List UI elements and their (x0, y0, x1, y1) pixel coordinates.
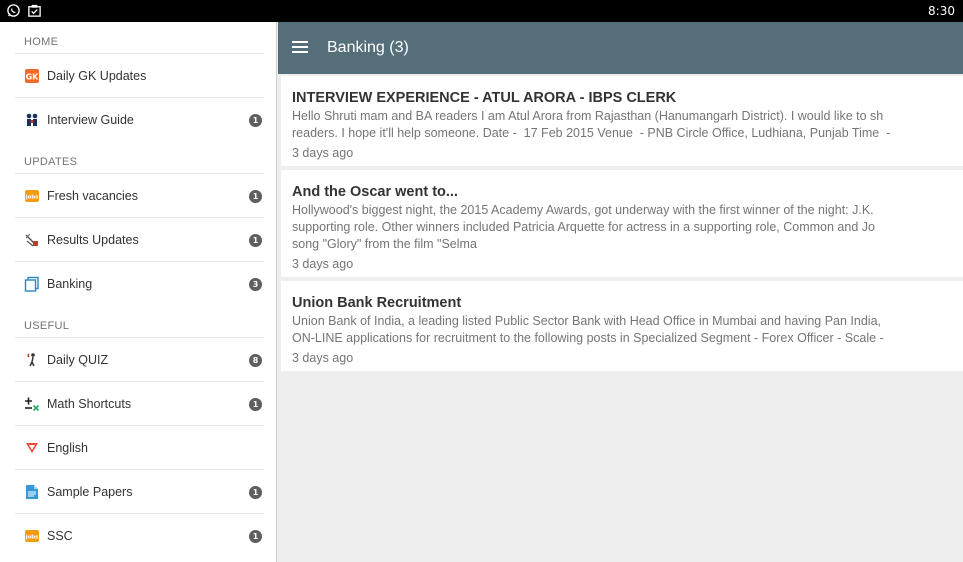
post-title: INTERVIEW EXPERIENCE - ATUL ARORA - IBPS… (292, 90, 677, 106)
drawer-item-label: Banking (47, 277, 93, 291)
drawer-item-english[interactable]: English (0, 426, 276, 470)
drawer-item-interview-guide[interactable]: Interview Guide 1 (0, 98, 276, 142)
whatsapp-icon (7, 4, 20, 17)
quiz-icon (24, 352, 40, 368)
post-time: 3 days ago (292, 146, 354, 160)
post-excerpt-line: readers. I hope it'll help someone. Date… (292, 126, 891, 140)
drawer-item-label: Math Shortcuts (47, 397, 132, 411)
drawer-item-results-updates[interactable]: Results Updates 1 (0, 218, 276, 262)
hamburger-menu-icon[interactable] (292, 41, 308, 53)
app-toolbar: Banking (3) (278, 22, 963, 74)
results-icon (24, 232, 40, 248)
svg-text:jobs: jobs (25, 535, 40, 541)
drawer-item-banking[interactable]: Banking 3 (0, 262, 276, 306)
math-icon (24, 396, 40, 412)
drawer-item-label: English (47, 441, 88, 455)
document-icon (24, 484, 40, 500)
count-badge: 1 (249, 190, 262, 203)
post-excerpt-line: song "Glory" from the film "Selma (292, 237, 477, 251)
post-card[interactable]: And the Oscar went to... Hollywood's big… (281, 170, 963, 277)
drawer-item-label: Results Updates (47, 233, 139, 247)
post-time: 3 days ago (292, 257, 354, 271)
post-excerpt-line: Hollywood's biggest night, the 2015 Acad… (292, 203, 874, 217)
post-card[interactable]: Union Bank Recruitment Union Bank of Ind… (281, 281, 963, 371)
count-badge: 1 (249, 234, 262, 247)
interview-icon (24, 112, 40, 128)
count-badge: 8 (249, 354, 262, 367)
gk-icon: GK (24, 68, 40, 84)
english-icon (24, 440, 40, 456)
post-excerpt-line: Union Bank of India, a leading listed Pu… (292, 314, 882, 328)
drawer-item-label: SSC (47, 529, 73, 543)
post-excerpt-line: Hello Shruti mam and BA readers I am Atu… (292, 109, 884, 123)
drawer-item-fresh-vacancies[interactable]: jobs Fresh vacancies 1 (0, 174, 276, 218)
count-badge: 1 (249, 398, 262, 411)
banking-icon (24, 276, 40, 292)
clipboard-icon (28, 4, 41, 17)
drawer-item-label: Fresh vacancies (47, 189, 139, 203)
status-bar: 8:30 (0, 0, 963, 22)
drawer-item-daily-quiz[interactable]: Daily QUIZ 8 (0, 338, 276, 382)
post-excerpt-line: supporting role. Other winners included … (292, 220, 875, 234)
jobs-icon: jobs (24, 528, 40, 544)
jobs-icon: jobs (24, 188, 40, 204)
post-excerpt-line: ON-LINE applications for recruitment to … (292, 331, 884, 345)
clock: 8:30 (928, 4, 955, 18)
svg-text:GK: GK (26, 73, 40, 82)
drawer-item-label: Daily QUIZ (47, 353, 109, 367)
drawer-item-math-shortcuts[interactable]: Math Shortcuts 1 (0, 382, 276, 426)
post-list: INTERVIEW EXPERIENCE - ATUL ARORA - IBPS… (278, 74, 963, 562)
count-badge: 3 (249, 278, 262, 291)
post-title: Union Bank Recruitment (292, 295, 462, 311)
post-time: 3 days ago (292, 351, 354, 365)
post-title: And the Oscar went to... (292, 184, 458, 200)
drawer-item-ssc[interactable]: jobs SSC 1 (0, 514, 276, 558)
svg-text:jobs: jobs (25, 195, 40, 201)
drawer-item-label: Interview Guide (47, 113, 134, 127)
drawer-item-daily-gk-updates[interactable]: GK Daily GK Updates (0, 54, 276, 98)
count-badge: 1 (249, 530, 262, 543)
navigation-drawer: HOME GK Daily GK Updates Interview Guide… (0, 22, 277, 562)
count-badge: 1 (249, 486, 262, 499)
section-header-updates: UPDATES (0, 142, 276, 174)
drawer-item-label: Daily GK Updates (47, 69, 147, 83)
drawer-item-sample-papers[interactable]: Sample Papers 1 (0, 470, 276, 514)
section-header-home: HOME (0, 22, 276, 54)
drawer-item-label: Sample Papers (47, 485, 133, 499)
page-title: Banking (3) (327, 39, 409, 56)
count-badge: 1 (249, 114, 262, 127)
post-card[interactable]: INTERVIEW EXPERIENCE - ATUL ARORA - IBPS… (281, 76, 963, 166)
section-header-useful: USEFUL (0, 306, 276, 338)
